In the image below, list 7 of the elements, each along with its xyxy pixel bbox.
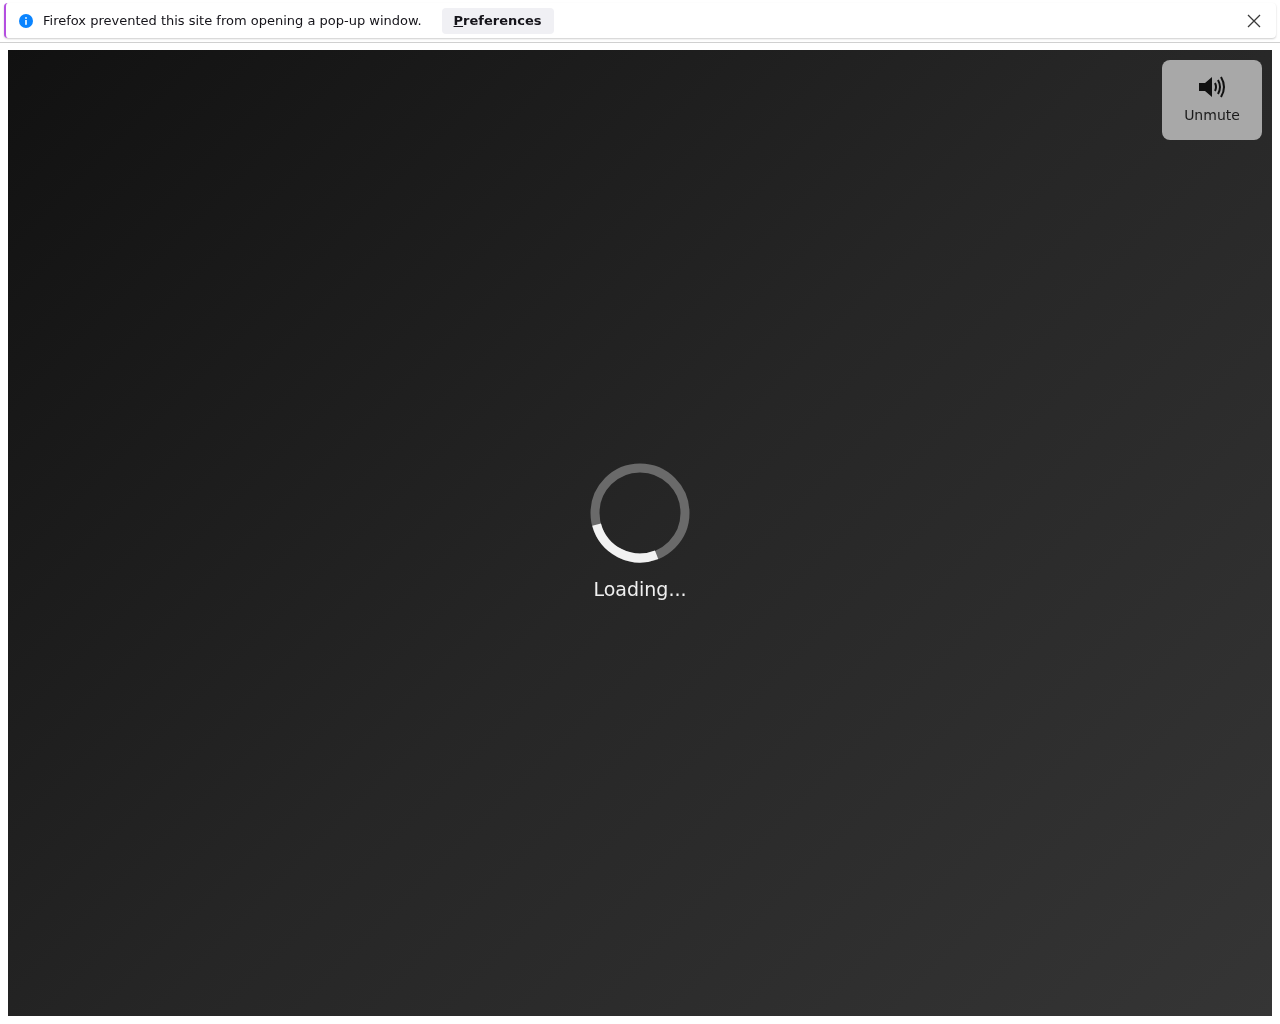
preferences-button[interactable]: Preferences [441,7,554,34]
unmute-button[interactable]: Unmute [1162,60,1262,140]
loading-spinner-icon [590,463,690,563]
info-icon [19,13,33,28]
notification-message: Firefox prevented this site from opening a pop-up window. [43,11,422,30]
loading-text: Loading... [593,577,687,602]
speaker-icon [1197,74,1227,99]
